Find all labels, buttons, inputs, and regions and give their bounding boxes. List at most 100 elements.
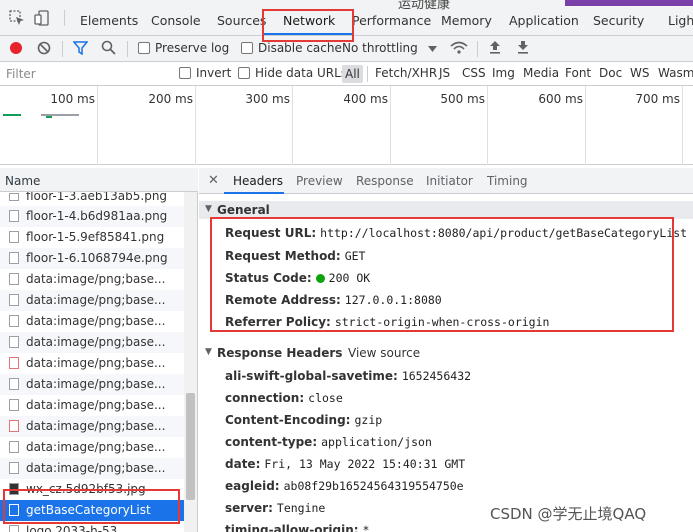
tab-lighthouse[interactable]: Light <box>668 13 693 28</box>
request-row[interactable]: floor-1-4.b6d981aa.png <box>0 206 184 227</box>
image-file-icon <box>9 315 19 327</box>
request-row[interactable]: data:image/png;base... <box>0 353 184 374</box>
request-row[interactable]: data:image/png;base... <box>0 374 184 395</box>
import-har-icon[interactable] <box>489 40 501 54</box>
tick-line <box>292 86 293 165</box>
filter-type-css[interactable]: CSS <box>462 66 486 80</box>
filter-icon[interactable] <box>73 41 88 55</box>
image-file-icon <box>9 210 19 222</box>
request-row[interactable]: floor-1-5.9ef85841.png <box>0 227 184 248</box>
request-method-row: Request Method: GET <box>225 249 366 263</box>
request-row[interactable]: data:image/png;base... <box>0 311 184 332</box>
tick-label: 700 ms <box>635 92 680 106</box>
tick-line <box>682 86 683 165</box>
request-row[interactable]: data:image/png;base... <box>0 437 184 458</box>
filter-type-media[interactable]: Media <box>523 66 559 80</box>
network-conditions-icon[interactable] <box>450 40 468 55</box>
request-row[interactable]: data:image/png;base... <box>0 332 184 353</box>
tick-line <box>487 86 488 165</box>
request-row[interactable]: data:image/png;base... <box>0 290 184 311</box>
filter-bar: Invert Hide data URLs All Fetch/XHR JS C… <box>0 62 693 86</box>
active-tab-indicator <box>264 33 352 35</box>
tab-performance[interactable]: Performance <box>352 13 431 28</box>
tab-security[interactable]: Security <box>593 13 644 28</box>
collapse-triangle-icon: ▼ <box>205 347 212 357</box>
tab-application[interactable]: Application <box>509 13 579 28</box>
network-toolbar: Preserve log Disable cache No throttling <box>0 36 693 62</box>
tab-memory[interactable]: Memory <box>441 13 492 28</box>
tab-network[interactable]: Network <box>283 13 335 28</box>
close-icon[interactable]: ✕ <box>208 173 219 188</box>
request-detail-pane: ✕ Headers Preview Response Initiator Tim… <box>199 168 693 532</box>
image-file-icon <box>9 193 19 201</box>
filter-type-all[interactable]: All <box>342 65 363 83</box>
hide-data-urls-checkbox[interactable]: Hide data URLs <box>238 66 347 80</box>
filter-type-font[interactable]: Font <box>565 66 591 80</box>
request-row[interactable]: logo.2033-h-53... <box>0 521 184 532</box>
referrer-policy-row: Referrer Policy: strict-origin-when-cross… <box>225 315 550 329</box>
tab-console[interactable]: Console <box>151 13 201 28</box>
search-icon[interactable] <box>101 40 116 55</box>
tab-elements[interactable]: Elements <box>80 13 138 28</box>
filter-type-fetch-xhr[interactable]: Fetch/XHR <box>375 66 437 80</box>
image-file-icon <box>9 357 19 369</box>
request-row[interactable]: floor-1-3.aeb13ab5.png <box>0 192 184 206</box>
image-file-icon <box>9 336 19 348</box>
request-row[interactable]: floor-1-6.1068794e.png <box>0 248 184 269</box>
request-row[interactable]: data:image/png;base... <box>0 395 184 416</box>
tick-label: 400 ms <box>343 92 388 106</box>
filter-type-doc[interactable]: Doc <box>599 66 622 80</box>
response-headers-section-header[interactable]: ▼ Response Headers View source <box>199 344 693 362</box>
response-header-row: connection: close <box>225 391 343 405</box>
throttling-select[interactable]: No throttling <box>342 41 418 55</box>
image-file-icon <box>9 252 19 264</box>
export-har-icon[interactable] <box>517 40 529 54</box>
tab-response[interactable]: Response <box>356 174 414 188</box>
image-file-icon <box>9 525 19 532</box>
tick-label: 100 ms <box>50 92 95 106</box>
tab-headers[interactable]: Headers <box>233 174 283 188</box>
request-row[interactable]: wx_cz.5d92bf53.jpg <box>0 479 184 500</box>
record-icon[interactable] <box>9 41 23 55</box>
name-column-header[interactable]: Name <box>0 168 198 192</box>
chevron-down-icon[interactable] <box>428 46 437 52</box>
timeline-overview[interactable]: 100 ms 200 ms 300 ms 400 ms 500 ms 600 m… <box>0 86 693 165</box>
scrollbar-thumb[interactable] <box>186 393 195 500</box>
general-section-header[interactable]: ▼ General <box>199 201 693 219</box>
request-row[interactable]: data:image/png;base... <box>0 416 184 437</box>
image-file-icon <box>9 294 19 306</box>
request-row[interactable]: data:image/png;base... <box>0 458 184 479</box>
filter-type-js[interactable]: JS <box>439 66 450 80</box>
inspect-element-icon[interactable] <box>9 10 25 26</box>
response-header-row: eagleid: ab08f29b16524564319554750e <box>225 479 464 493</box>
request-row[interactable]: data:image/png;base... <box>0 269 184 290</box>
view-source-link[interactable]: View source <box>348 346 420 360</box>
filter-input[interactable] <box>3 65 168 83</box>
response-header-row: server: Tengine <box>225 501 326 515</box>
page-peek-banner <box>565 0 693 6</box>
tab-preview[interactable]: Preview <box>296 174 343 188</box>
preserve-log-checkbox[interactable]: Preserve log <box>138 41 229 55</box>
status-code-row: Status Code: 200 OK <box>225 271 371 285</box>
response-header-row: date: Fri, 13 May 2022 15:40:31 GMT <box>225 457 466 471</box>
tab-timing[interactable]: Timing <box>487 174 528 188</box>
tab-initiator[interactable]: Initiator <box>426 174 473 188</box>
tab-sources[interactable]: Sources <box>217 13 266 28</box>
image-file-icon <box>9 462 19 474</box>
filter-type-wasm[interactable]: Wasm <box>658 66 693 80</box>
request-row-selected[interactable]: getBaseCategoryList <box>0 500 184 521</box>
detail-tabbar: ✕ Headers Preview Response Initiator Tim… <box>199 168 693 194</box>
device-toolbar-icon[interactable] <box>34 10 50 26</box>
timeline-bar <box>46 116 52 118</box>
tick-label: 600 ms <box>538 92 583 106</box>
filter-type-img[interactable]: Img <box>492 66 515 80</box>
tick-line <box>390 86 391 165</box>
invert-checkbox[interactable]: Invert <box>179 66 231 80</box>
tick-label: 500 ms <box>440 92 485 106</box>
disable-cache-checkbox[interactable]: Disable cache <box>241 41 342 55</box>
request-rows: floor-1-3.aeb13ab5.png floor-1-4.b6d981a… <box>0 192 184 532</box>
tick-label: 200 ms <box>148 92 193 106</box>
tick-line <box>585 86 586 165</box>
filter-type-ws[interactable]: WS <box>630 66 649 80</box>
clear-icon[interactable] <box>37 41 51 55</box>
